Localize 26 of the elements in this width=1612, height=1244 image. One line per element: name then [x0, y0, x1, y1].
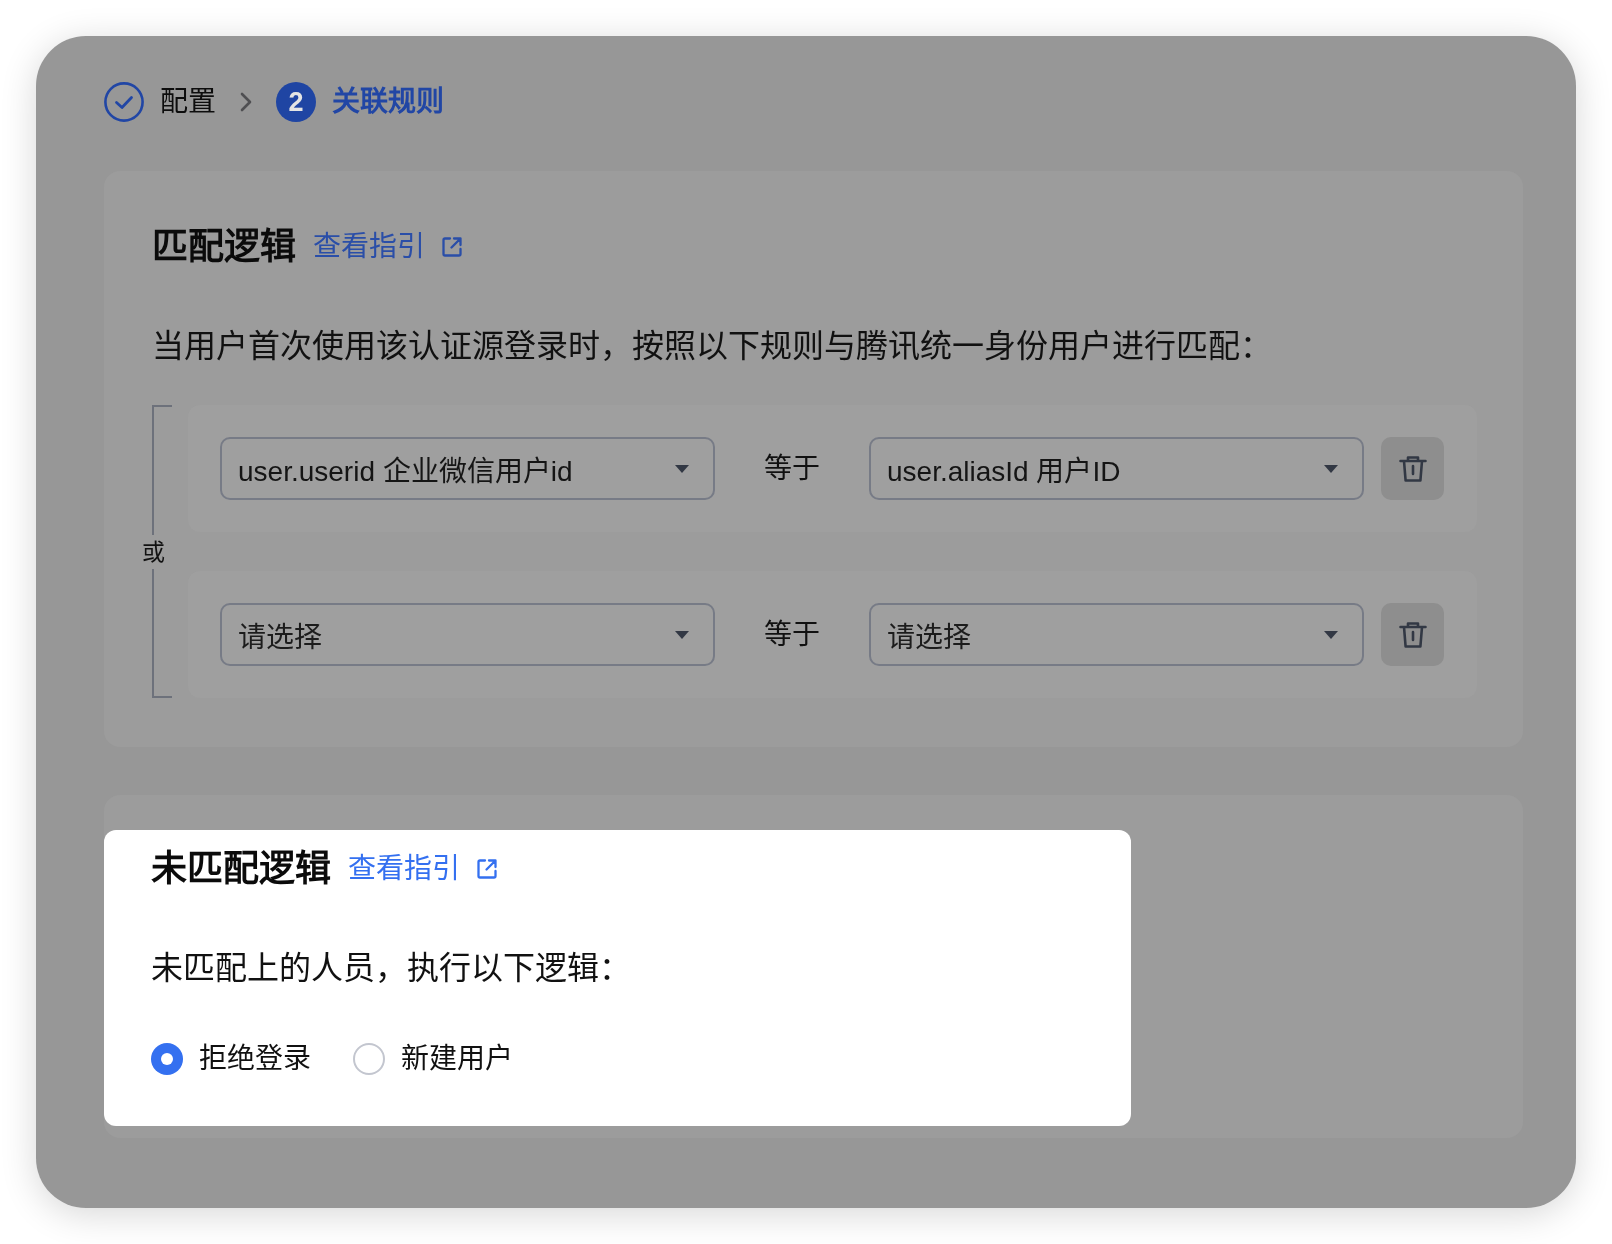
chevron-right-icon: [240, 92, 252, 112]
select-field[interactable]: user.aliasId 用户ID: [869, 437, 1364, 500]
step-label: 关联规则: [332, 85, 444, 119]
caret-down-icon: [675, 464, 689, 473]
radio-option[interactable]: 新建用户: [353, 1039, 513, 1079]
operator-label: 等于: [763, 451, 821, 486]
external-link-icon: [475, 857, 499, 881]
guide-link[interactable]: 查看指引: [348, 849, 499, 889]
section-description: 未匹配上的人员，执行以下逻辑：: [151, 949, 632, 988]
caret-down-icon: [1324, 630, 1338, 639]
external-link-icon: [440, 235, 464, 259]
select-field[interactable]: 请选择: [220, 603, 715, 666]
operator-label: 等于: [763, 617, 821, 652]
step-number: 2: [276, 82, 316, 122]
connector-label: 或: [140, 534, 166, 569]
step-label: 配置: [160, 85, 216, 119]
caret-down-icon: [675, 630, 689, 639]
select-field[interactable]: 请选择: [869, 603, 1364, 666]
delete-button[interactable]: [1381, 437, 1444, 500]
radio-option[interactable]: 拒绝登录: [151, 1039, 311, 1079]
caret-down-icon: [1324, 464, 1338, 473]
section-title: 未匹配逻辑: [151, 847, 331, 891]
delete-button[interactable]: [1381, 603, 1444, 666]
section-description: 当用户首次使用该认证源登录时，按照以下规则与腾讯统一身份用户进行匹配：: [152, 327, 1273, 366]
section-title: 匹配逻辑: [152, 225, 296, 269]
select-field[interactable]: user.userid 企业微信用户id: [220, 437, 715, 500]
